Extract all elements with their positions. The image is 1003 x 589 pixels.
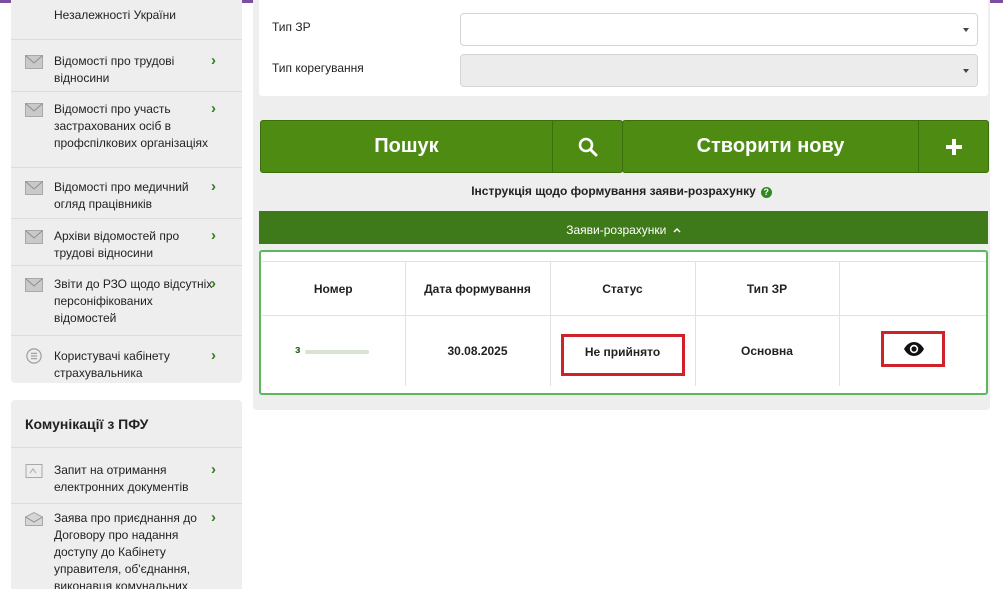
divider [11,39,242,40]
view-button[interactable] [880,331,945,368]
sidebar-item-label: Відомості про медичний огляд працівників [54,180,189,211]
filter-form: Тип ЗР Тип корегування [259,0,988,96]
sidebar-item-label: Відомості про участь застрахованих осіб … [54,102,208,150]
divider [11,265,242,266]
sidebar-item-join-agreement[interactable]: Заява про приєднання до Договору про над… [11,510,242,589]
divider [11,167,242,168]
envelope-icon [25,278,43,292]
search-button[interactable]: Пошук [260,120,623,173]
section-toggle-applications[interactable]: Заяви-розрахунки [259,211,988,244]
sidebar-item-label: Звіти до РЗО щодо відсутніх персоніфіков… [54,277,213,325]
divider [11,91,242,92]
instruction-link[interactable]: Інструкція щодо формування заяви-розраху… [253,184,990,198]
sidebar-item-label: Архіви відомостей про трудові відносини [54,229,180,260]
section-heading: Комунікації з ПФУ [25,416,149,432]
sidebar-item-union-membership[interactable]: Відомості про участь застрахованих осіб … [11,101,242,155]
sidebar-item-label: Користувачі кабінету страхувальника [54,349,170,380]
column-header-date: Дата формування [404,261,551,316]
plus-icon [919,121,988,172]
row-date: 30.08.2025 [404,315,551,386]
envelope-open-icon [25,512,43,526]
caret-down-icon [963,69,969,73]
row-type: Основна [694,315,840,386]
chevron-right-icon: › [211,510,216,526]
instruction-text: Інструкція щодо формування заяви-розраху… [471,184,756,198]
eye-icon [903,342,924,357]
sidebar-item-medical-exam[interactable]: Відомості про медичний огляд працівників… [11,179,242,215]
chevron-up-icon [673,227,681,233]
sidebar-item-label: Заява про приєднання до Договору про над… [54,511,197,589]
question-circle-icon[interactable]: ? [760,187,772,198]
envelope-icon [25,230,43,244]
caret-down-icon [963,28,969,32]
row-actions [838,315,986,386]
chevron-right-icon: › [211,100,216,117]
sidebar-item-label: Відомості про трудові відносини [54,54,175,85]
sidebar-communications-card: Комунікації з ПФУ Запит на отримання еле… [11,400,242,589]
redacted-number [305,350,369,354]
chevron-right-icon: › [211,461,216,478]
sidebar-item-archives[interactable]: Архіви відомостей про трудові відносини … [11,228,242,264]
applications-table: Номер Дата формування Статус Тип ЗР з 30… [262,261,986,386]
main-panel: Тип ЗР Тип корегування Пошук Створити но… [253,0,990,410]
correction-type-select[interactable] [460,54,978,87]
divider [11,335,242,336]
envelope-icon [25,181,43,195]
section-title: Заяви-розрахунки [566,223,667,237]
envelope-icon [25,103,43,117]
divider [11,503,242,504]
divider [11,447,242,448]
sidebar-item-label: Запит на отримання електронних документі… [54,463,189,494]
column-header-status: Статус [549,261,696,316]
list-circle-icon [26,348,42,364]
chevron-right-icon: › [211,52,216,69]
column-header-number: Номер [262,261,406,316]
row-number[interactable]: з [262,315,406,386]
correction-type-label: Тип корегування [272,61,364,75]
sidebar-item-cabinet-users[interactable]: Користувачі кабінету страхувальника › [11,348,242,384]
column-header-type: Тип ЗР [694,261,840,316]
create-new-button[interactable]: Створити нову [622,120,989,173]
chevron-right-icon: › [211,227,216,244]
chevron-right-icon: › [211,178,216,195]
row-status-cell: Не прийнято [549,315,696,386]
chevron-right-icon: › [211,275,216,292]
chevron-right-icon: › [211,347,216,364]
type-select[interactable] [460,13,978,46]
envelope-icon [25,55,43,69]
sidebar-item-document-request[interactable]: Запит на отримання електронних документі… [11,462,242,498]
search-icon [553,121,622,172]
sidebar-item-rzo-reports[interactable]: Звіти до РЗО щодо відсутніх персоніфіков… [11,276,242,330]
sidebar-item-label[interactable]: Незалежності України [54,7,176,23]
type-label: Тип ЗР [272,20,311,34]
search-button-label: Пошук [374,135,439,157]
document-icon [25,464,43,478]
sidebar-item-labor-relations[interactable]: Відомості про трудові відносини › [11,53,242,89]
table-header-row: Номер Дата формування Статус Тип ЗР [262,261,986,316]
sidebar-reports-card: Незалежності України Відомості про трудо… [11,0,242,383]
table-row: з 30.08.2025 Не прийнято Основна [262,315,986,386]
applications-table-container: Номер Дата формування Статус Тип ЗР з 30… [259,250,988,395]
row-status: Не прийнято [560,333,685,376]
divider [11,218,242,219]
create-new-button-label: Створити нову [696,135,845,157]
column-header-actions [838,261,986,316]
